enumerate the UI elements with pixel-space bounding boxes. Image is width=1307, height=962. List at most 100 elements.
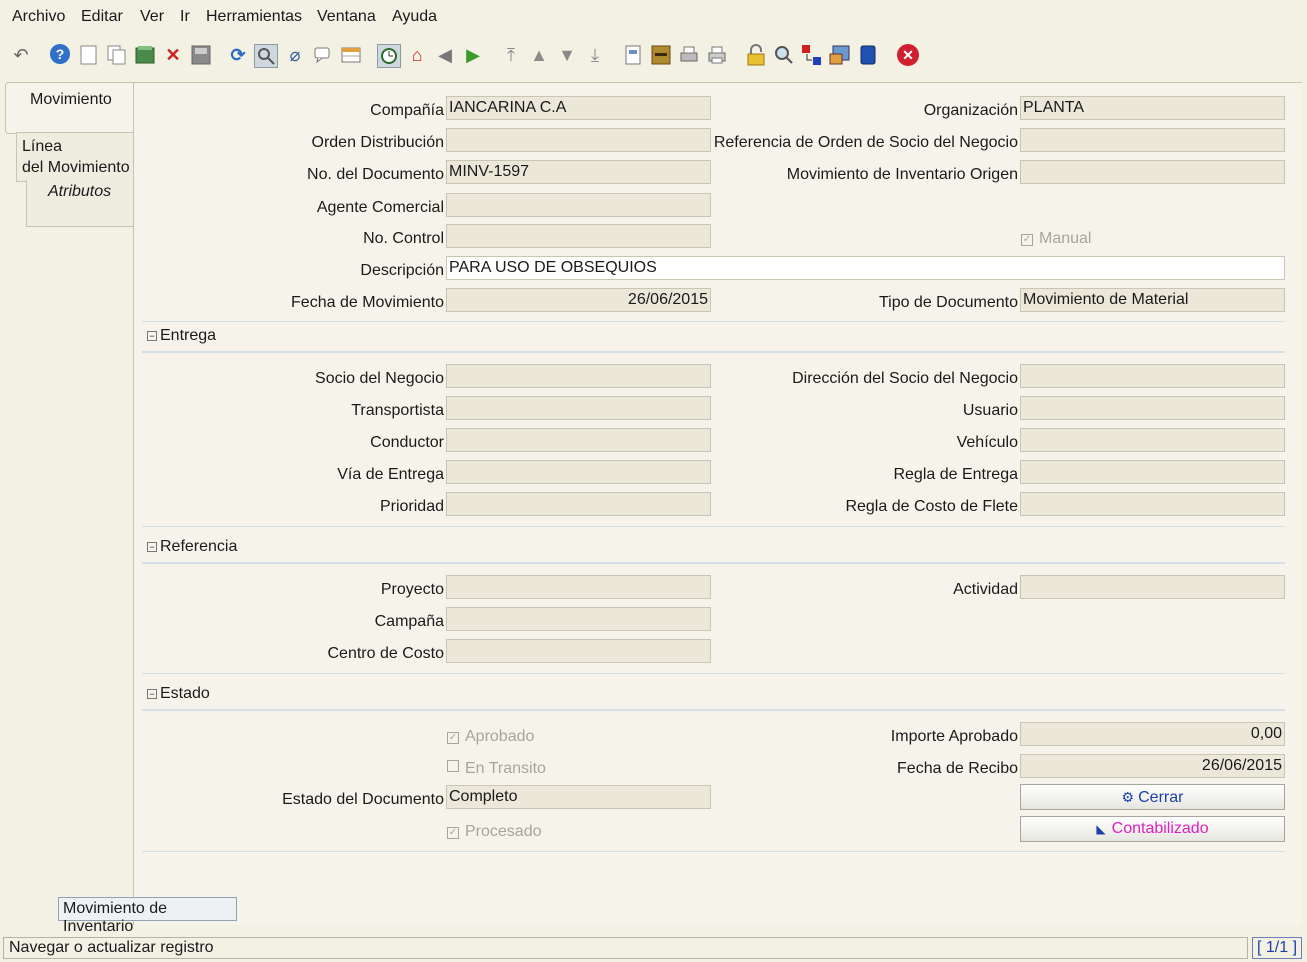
field-importe-aprobado[interactable]: 0,00	[1020, 722, 1285, 746]
divider	[142, 673, 1285, 674]
field-proyecto[interactable]	[446, 575, 711, 599]
menu-editar[interactable]: Editar	[81, 8, 123, 26]
label-centro-costo: Centro de Costo	[327, 645, 444, 662]
collapse-icon[interactable]: −	[147, 689, 157, 699]
new-icon[interactable]	[78, 44, 100, 66]
field-socio[interactable]	[446, 364, 711, 388]
label-orden-distribucion: Orden Distribución	[311, 134, 445, 151]
label-importe-aprobado: Importe Aprobado	[890, 728, 1018, 745]
attachment-icon[interactable]: ⌀	[284, 44, 306, 66]
find-icon[interactable]	[254, 44, 278, 68]
checkbox-procesado[interactable]: ✓ Procesado	[447, 823, 542, 841]
field-regla-flete[interactable]	[1020, 492, 1285, 516]
menu-ayuda[interactable]: Ayuda	[392, 8, 437, 26]
contabilizado-button[interactable]: ◣ Contabilizado	[1020, 816, 1285, 842]
collapse-icon[interactable]: −	[147, 542, 157, 552]
report-icon[interactable]	[622, 44, 644, 66]
menu-herramientas[interactable]: Herramientas	[206, 8, 302, 26]
tab-linea-movimiento[interactable]: Línea del Movimiento	[16, 132, 134, 182]
field-transportista[interactable]	[446, 396, 711, 420]
request-icon[interactable]	[801, 44, 823, 66]
exit-icon[interactable]: ✕	[897, 44, 919, 66]
label-usuario: Usuario	[962, 402, 1018, 419]
last-record-icon[interactable]: ⤓	[584, 44, 606, 66]
lock-icon[interactable]	[745, 44, 767, 66]
field-no-control[interactable]	[446, 224, 711, 248]
field-actividad[interactable]	[1020, 575, 1285, 599]
field-via-entrega[interactable]	[446, 460, 711, 484]
field-agente[interactable]	[446, 193, 711, 217]
grid-toggle-icon[interactable]	[340, 44, 362, 66]
field-organizacion[interactable]: PLANTA	[1020, 96, 1285, 120]
field-direccion[interactable]	[1020, 364, 1285, 388]
chat-icon[interactable]	[312, 44, 334, 66]
label-organizacion: Organización	[923, 102, 1018, 119]
section-estado[interactable]: − Estado	[142, 679, 1285, 711]
first-record-icon[interactable]: ⤒	[500, 44, 522, 66]
section-referencia-title: Referencia	[160, 538, 238, 555]
field-fecha-movimiento[interactable]: 26/06/2015	[446, 288, 711, 312]
menu-ver[interactable]: Ver	[140, 8, 164, 26]
label-mov-origen: Movimiento de Inventario Origen	[786, 166, 1018, 183]
tab-atributos[interactable]: Atributos	[26, 180, 134, 227]
label-no-documento: No. del Documento	[307, 166, 444, 183]
tab-movimiento[interactable]: Movimiento	[5, 82, 135, 134]
back-icon[interactable]: ◀	[434, 44, 456, 66]
label-proyecto: Proyecto	[380, 581, 444, 598]
label-no-control: No. Control	[363, 230, 444, 247]
menu-ir[interactable]: Ir	[180, 8, 190, 26]
gear-icon: ⚙	[1121, 789, 1135, 805]
field-no-documento[interactable]: MINV-1597	[446, 160, 711, 184]
copy-icon[interactable]	[106, 44, 128, 66]
menu-archivo[interactable]: Archivo	[12, 8, 65, 26]
undo-icon[interactable]: ↶	[10, 44, 32, 66]
help-icon[interactable]: ?	[50, 44, 70, 64]
delete-icon[interactable]: ✕	[162, 44, 184, 66]
field-orden-distribucion[interactable]	[446, 128, 711, 152]
home-icon[interactable]: ⌂	[406, 44, 428, 66]
collapse-icon[interactable]: −	[147, 331, 157, 341]
history-icon[interactable]	[377, 44, 401, 68]
menu-ventana[interactable]: Ventana	[317, 8, 376, 26]
cerrar-button[interactable]: ⚙ Cerrar	[1020, 784, 1285, 810]
label-direccion: Dirección del Socio del Negocio	[792, 370, 1018, 387]
forward-icon[interactable]: ▶	[462, 44, 484, 66]
tab-atributos-label: Atributos	[48, 183, 112, 200]
label-via-entrega: Vía de Entrega	[337, 466, 444, 483]
field-mov-origen[interactable]	[1020, 160, 1285, 184]
record-count[interactable]: [ 1/1 ]	[1252, 937, 1302, 959]
field-tipo-documento[interactable]: Movimiento de Material	[1020, 288, 1285, 312]
field-prioridad[interactable]	[446, 492, 711, 516]
label-fecha-movimiento: Fecha de Movimiento	[291, 294, 444, 311]
field-vehiculo[interactable]	[1020, 428, 1285, 452]
workflow-icon[interactable]	[857, 44, 879, 66]
refresh-icon[interactable]: ⟳	[227, 44, 249, 66]
print-icon[interactable]	[706, 44, 728, 66]
archive-icon[interactable]	[650, 44, 672, 66]
save-create-icon[interactable]	[134, 44, 156, 66]
field-conductor[interactable]	[446, 428, 711, 452]
field-centro-costo[interactable]	[446, 639, 711, 663]
previous-record-icon[interactable]: ▲	[528, 44, 550, 66]
field-compania[interactable]: IANCARINA C.A	[446, 96, 711, 120]
field-campana[interactable]	[446, 607, 711, 631]
next-record-icon[interactable]: ▼	[556, 44, 578, 66]
tab-linea-label: Línea del Movimiento	[22, 138, 130, 176]
product-info-icon[interactable]	[829, 44, 851, 66]
field-referencia-orden[interactable]	[1020, 128, 1285, 152]
checkbox-manual[interactable]: ✓ Manual	[1021, 230, 1091, 248]
label-tipo-documento: Tipo de Documento	[878, 294, 1018, 311]
field-estado-documento[interactable]: Completo	[446, 785, 711, 809]
field-fecha-recibo[interactable]: 26/06/2015	[1020, 754, 1285, 778]
field-descripcion[interactable]: PARA USO DE OBSEQUIOS	[446, 256, 1285, 280]
checkbox-aprobado[interactable]: ✓ Aprobado	[447, 728, 534, 746]
section-entrega[interactable]: − Entrega	[142, 321, 1285, 353]
save-icon[interactable]	[190, 44, 212, 66]
zoom-across-icon[interactable]	[773, 44, 795, 66]
field-regla-entrega[interactable]	[1020, 460, 1285, 484]
label-vehiculo: Vehículo	[956, 434, 1018, 451]
section-referencia[interactable]: − Referencia	[142, 532, 1285, 564]
print-preview-icon[interactable]	[678, 44, 700, 66]
field-usuario[interactable]	[1020, 396, 1285, 420]
checkbox-en-transito[interactable]: En Transito	[447, 760, 546, 778]
